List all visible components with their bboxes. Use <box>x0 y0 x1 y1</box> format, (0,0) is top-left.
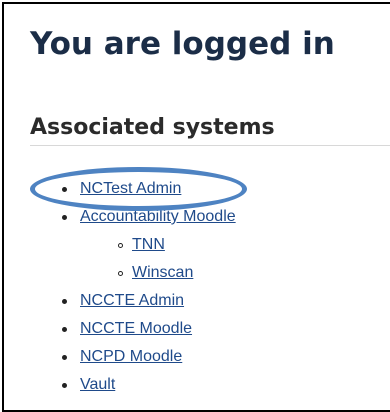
system-link-ncpd-moodle[interactable]: NCPD Moodle <box>80 347 182 367</box>
list-bullet <box>62 383 67 388</box>
sublist-bullet <box>118 271 123 276</box>
system-link-vault[interactable]: Vault <box>80 375 115 395</box>
list-bullet <box>62 299 67 304</box>
system-link-accountability-moodle[interactable]: Accountability Moodle <box>80 207 236 227</box>
system-link-winscan[interactable]: Winscan <box>132 263 193 283</box>
section-divider <box>30 145 390 146</box>
list-bullet <box>62 355 67 360</box>
system-link-nctest-admin[interactable]: NCTest Admin <box>80 179 181 199</box>
section-title: Associated systems <box>30 115 275 140</box>
sublist-bullet <box>118 243 123 248</box>
page-title: You are logged in <box>30 26 335 62</box>
list-bullet <box>62 187 67 192</box>
system-link-nccte-moodle[interactable]: NCCTE Moodle <box>80 319 192 339</box>
list-bullet <box>62 215 67 220</box>
list-bullet <box>62 327 67 332</box>
system-link-tnn[interactable]: TNN <box>132 235 165 255</box>
system-link-nccte-admin[interactable]: NCCTE Admin <box>80 291 184 311</box>
